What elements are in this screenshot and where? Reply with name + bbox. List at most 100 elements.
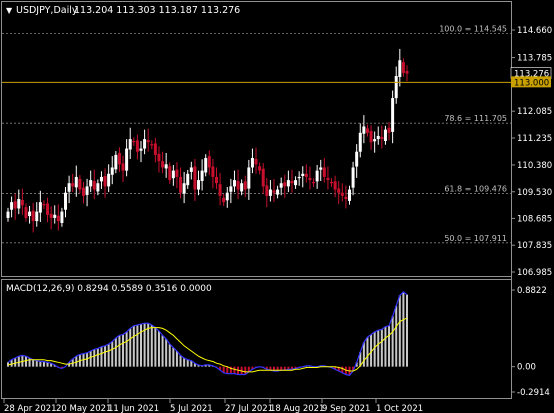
candle-body — [304, 173, 308, 177]
candle-body — [85, 186, 89, 195]
time-tick-label: 18 Aug 2021 — [270, 404, 324, 413]
candle-body — [294, 180, 298, 186]
macd-label: MACD(12,26,9) 0.8294 0.5589 0.3516 0.000… — [6, 284, 212, 294]
candle-body — [103, 175, 107, 187]
candle-body — [146, 140, 150, 143]
macd-tick-label: 0.8822 — [517, 286, 547, 296]
candle-body — [358, 132, 362, 152]
candle-body — [74, 176, 78, 188]
candle-body — [211, 166, 215, 177]
candle-body — [189, 167, 193, 172]
candle-body — [340, 192, 344, 196]
candle-body — [17, 199, 21, 209]
candle-body — [380, 136, 384, 140]
candle-body — [387, 127, 391, 133]
fib-label: 61.8 = 109.476 — [444, 184, 507, 193]
candle-body — [117, 152, 121, 165]
candle-body — [283, 182, 287, 187]
candle-body — [135, 140, 139, 152]
ohlc-readout: 113.204 113.303 113.187 113.276 — [74, 5, 240, 16]
candle-body — [35, 211, 39, 222]
background — [0, 0, 554, 413]
candle-body — [197, 180, 201, 190]
candle-body — [218, 184, 222, 196]
candle-body — [365, 128, 369, 133]
candle-body — [268, 189, 272, 196]
candle-body — [132, 140, 136, 143]
candle-body — [265, 185, 269, 196]
candle-body — [186, 173, 190, 186]
candle-body — [99, 176, 103, 182]
price-tick-label: 114.660 — [517, 26, 552, 36]
candle-body — [114, 154, 118, 170]
candle-body — [290, 181, 294, 184]
candle-body — [376, 135, 380, 140]
fib-label: 50.0 = 107.911 — [444, 234, 507, 243]
candle-body — [175, 169, 179, 177]
price-tick-label: 107.835 — [517, 241, 552, 251]
candle-body — [6, 211, 10, 218]
price-tick-label: 111.235 — [517, 134, 552, 144]
candle-body — [38, 202, 42, 213]
candle-body — [64, 192, 68, 210]
time-tick-label: 27 Jul 2021 — [225, 404, 273, 413]
candle-body — [236, 181, 240, 190]
price-tick-label: 113.785 — [517, 54, 552, 64]
symbol-label: USDJPY,Daily — [16, 5, 78, 16]
candle-body — [89, 180, 93, 187]
price-tags: 113.276113.000 — [510, 67, 552, 88]
time-tick-label: 1 Oct 2021 — [376, 404, 423, 413]
candle-body — [179, 176, 183, 193]
fib-label: 100.0 = 114.545 — [439, 25, 507, 34]
candle-body — [157, 153, 161, 162]
candle-body — [60, 211, 64, 223]
fib-label: 78.6 = 111.705 — [444, 114, 507, 123]
candle-body — [96, 183, 100, 192]
candle-body — [351, 167, 355, 188]
candle-body — [150, 144, 154, 146]
candle-body — [24, 207, 28, 218]
candle-body — [391, 98, 395, 132]
candle-body — [258, 166, 262, 171]
candle-body — [229, 186, 233, 192]
candle-body — [279, 183, 283, 188]
candle-body — [20, 199, 24, 206]
price-tick-label: 106.985 — [517, 268, 552, 278]
candle-body — [53, 214, 57, 218]
candle-body — [232, 180, 236, 187]
candle-body — [301, 173, 305, 176]
candle-body — [168, 166, 172, 181]
macd-tick-label: -0.2914 — [517, 388, 550, 398]
candle-body — [207, 156, 211, 168]
candle-body — [315, 170, 319, 182]
candle-body — [337, 188, 341, 193]
candle-body — [319, 167, 323, 170]
candle-body — [333, 181, 337, 190]
candle-body — [171, 170, 175, 179]
candle-body — [247, 167, 251, 189]
candle-body — [107, 173, 111, 187]
candle-body — [330, 181, 334, 184]
candle-body — [276, 189, 280, 195]
macd-tick-label: 0.00 — [517, 363, 536, 373]
price-tick-label: 108.685 — [517, 214, 552, 224]
candle-body — [373, 139, 377, 142]
candle-body — [326, 177, 330, 181]
candle-body — [344, 196, 348, 200]
candle-body — [204, 158, 208, 173]
candle-body — [10, 202, 14, 210]
candle-body — [28, 211, 32, 217]
candle-body — [362, 126, 366, 134]
candle-body — [286, 180, 290, 187]
price-tick-label: 112.085 — [517, 107, 552, 117]
hline-price-label: 113.000 — [514, 78, 549, 88]
chart-frame: ▼ USDJPY,Daily 113.204 113.303 113.187 1… — [0, 0, 554, 413]
candle-body — [46, 203, 50, 215]
candle-body — [13, 201, 17, 209]
candle-body — [222, 197, 226, 203]
candle-body — [56, 215, 60, 222]
header-arrow-icon[interactable]: ▼ — [6, 6, 13, 15]
time-tick-label: 11 Jun 2021 — [108, 404, 159, 413]
candle-body — [139, 148, 143, 151]
candle-body — [125, 148, 129, 171]
